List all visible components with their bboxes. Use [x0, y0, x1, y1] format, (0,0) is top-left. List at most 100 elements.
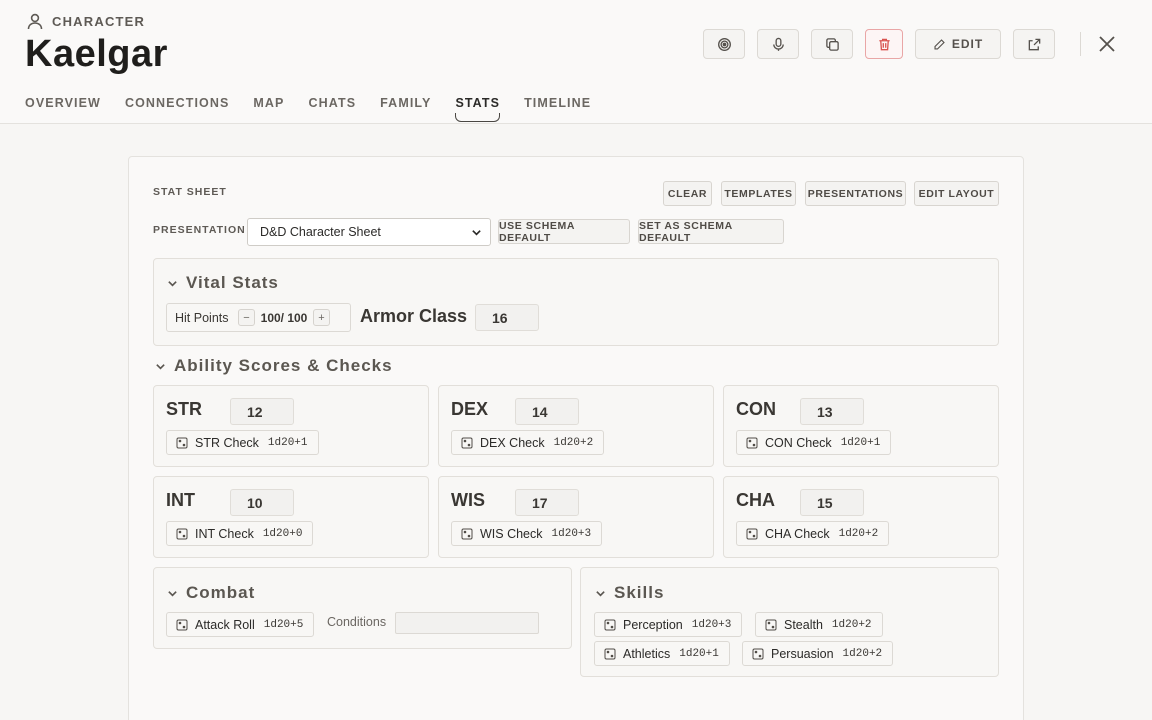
tab-connections[interactable]: CONNECTIONS: [125, 96, 229, 120]
tab-map[interactable]: MAP: [253, 96, 284, 120]
skill-label: Persuasion: [771, 646, 834, 661]
combat-title: Combat: [186, 583, 256, 602]
presentations-button[interactable]: PRESENTATIONS: [805, 181, 906, 206]
dice-icon: [176, 619, 188, 630]
use-schema-default-button[interactable]: USE SCHEMA DEFAULT: [498, 219, 630, 244]
clear-button[interactable]: CLEAR: [663, 181, 712, 206]
dice-icon: [176, 528, 188, 539]
ability-score-input[interactable]: 12: [230, 398, 294, 425]
edit-button[interactable]: EDIT: [915, 29, 1001, 59]
ability-score-input[interactable]: 13: [800, 398, 864, 425]
hp-increment-button[interactable]: +: [313, 309, 330, 326]
header-actions: EDIT: [703, 29, 1081, 59]
chevron-down-icon: [168, 590, 177, 597]
presentation-select[interactable]: D&D Character Sheet: [247, 218, 491, 246]
con-check-button[interactable]: CON Check 1d20+1: [736, 430, 892, 455]
str-check-button[interactable]: STR Check 1d20+1: [166, 430, 319, 455]
int-check-button[interactable]: INT Check 1d20+0: [166, 521, 314, 546]
vital-stats-section: Vital Stats Hit Points − 100/ 100 + Armo…: [153, 258, 999, 346]
ability-code: CHA: [736, 490, 775, 510]
dice-formula: 1d20+2: [831, 618, 872, 631]
target-button[interactable]: [703, 29, 745, 59]
vital-stats-header[interactable]: Vital Stats: [167, 273, 279, 293]
dice-icon: [604, 648, 616, 659]
templates-button[interactable]: TEMPLATES: [721, 181, 796, 206]
copy-button[interactable]: [811, 29, 853, 59]
microphone-icon: [772, 37, 784, 51]
tab-overview[interactable]: OVERVIEW: [25, 96, 101, 120]
stat-sheet-card: STAT SHEET CLEAR TEMPLATES PRESENTATIONS…: [128, 156, 1024, 720]
combat-header[interactable]: Combat: [167, 583, 255, 603]
cha-check-button[interactable]: CHA Check 1d20+2: [736, 521, 890, 546]
dice-icon: [176, 437, 188, 448]
ability-card-con: CON 13 CON Check 1d20+1: [723, 385, 999, 467]
chevron-down-icon: [156, 363, 165, 370]
ability-score-input[interactable]: 17: [515, 489, 579, 516]
stat-sheet-label: STAT SHEET: [153, 186, 227, 198]
ability-scores-header[interactable]: Ability Scores & Checks: [155, 356, 393, 376]
dice-icon: [461, 528, 473, 539]
dice-formula: 1d20+0: [262, 527, 303, 540]
attack-roll-button[interactable]: Attack Roll 1d20+5: [166, 612, 315, 637]
ability-score-input[interactable]: 15: [800, 489, 864, 516]
ability-code: CON: [736, 399, 776, 419]
skill-label: Stealth: [784, 617, 823, 632]
persuasion-roll-button[interactable]: Persuasion 1d20+2: [742, 641, 894, 666]
wis-check-button[interactable]: WIS Check 1d20+3: [451, 521, 603, 546]
dex-check-button[interactable]: DEX Check 1d20+2: [451, 430, 605, 455]
conditions-label: Conditions: [327, 615, 387, 629]
page-title: Kaelgar: [25, 33, 168, 75]
chevron-down-icon: [596, 590, 605, 597]
dice-icon: [752, 648, 764, 659]
check-label: INT Check: [195, 526, 254, 541]
stealth-roll-button[interactable]: Stealth 1d20+2: [755, 612, 883, 637]
dice-formula: 1d20+1: [840, 436, 881, 449]
dice-formula: 1d20+2: [838, 527, 879, 540]
edit-button-label: EDIT: [951, 37, 984, 51]
tab-chats[interactable]: CHATS: [309, 96, 357, 120]
dice-icon: [461, 437, 473, 448]
armor-class-input[interactable]: 16: [475, 304, 539, 331]
tab-bar: OVERVIEW CONNECTIONS MAP CHATS FAMILY ST…: [25, 96, 615, 122]
delete-button[interactable]: [865, 29, 903, 59]
dice-formula: 1d20+3: [691, 618, 732, 631]
ability-card-cha: CHA 15 CHA Check 1d20+2: [723, 476, 999, 558]
skills-header[interactable]: Skills: [595, 583, 664, 603]
ability-score-input[interactable]: 10: [230, 489, 294, 516]
chevron-down-icon: [472, 230, 481, 236]
combat-section: Combat Attack Roll 1d20+5 Conditions: [153, 567, 572, 649]
ability-card-int: INT 10 INT Check 1d20+0: [153, 476, 429, 558]
set-as-schema-default-button[interactable]: SET AS SCHEMA DEFAULT: [638, 219, 784, 244]
open-external-button[interactable]: [1013, 29, 1055, 59]
dice-formula: 1d20+1: [267, 436, 308, 449]
chevron-down-icon: [168, 280, 177, 287]
tab-family[interactable]: FAMILY: [380, 96, 431, 120]
athletics-roll-button[interactable]: Athletics 1d20+1: [594, 641, 730, 666]
edit-layout-button[interactable]: EDIT LAYOUT: [914, 181, 999, 206]
person-icon: [27, 13, 43, 30]
pencil-icon: [934, 38, 945, 50]
hp-decrement-button[interactable]: −: [238, 309, 255, 326]
hit-points-value[interactable]: 100/ 100: [255, 311, 313, 325]
dice-formula: 1d20+2: [842, 647, 883, 660]
hit-points-label: Hit Points: [175, 310, 229, 325]
ability-card-wis: WIS 17 WIS Check 1d20+3: [438, 476, 714, 558]
microphone-button[interactable]: [757, 29, 799, 59]
conditions-input[interactable]: [395, 612, 539, 634]
copy-icon: [825, 37, 839, 51]
ability-card-dex: DEX 14 DEX Check 1d20+2: [438, 385, 714, 467]
tab-timeline[interactable]: TIMELINE: [524, 96, 591, 120]
skill-label: Perception: [623, 617, 683, 632]
entity-kind: CHARACTER: [26, 12, 145, 30]
tab-stats[interactable]: STATS: [455, 96, 500, 122]
check-label: WIS Check: [480, 526, 543, 541]
perception-roll-button[interactable]: Perception 1d20+3: [594, 612, 743, 637]
ability-score-input[interactable]: 14: [515, 398, 579, 425]
entity-kind-label: CHARACTER: [52, 13, 146, 29]
close-icon[interactable]: [1096, 33, 1118, 55]
ability-code: STR: [166, 399, 202, 419]
dice-formula: 1d20+5: [263, 618, 304, 631]
dice-icon: [746, 437, 758, 448]
check-label: STR Check: [195, 435, 259, 450]
vital-stats-title: Vital Stats: [186, 273, 279, 292]
